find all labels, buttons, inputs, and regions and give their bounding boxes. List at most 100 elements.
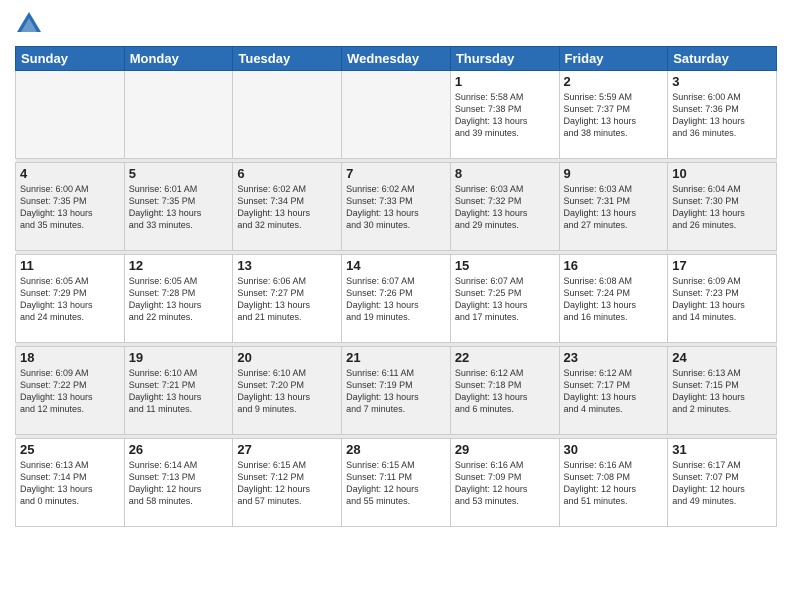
day-number: 12	[129, 258, 229, 273]
day-number: 20	[237, 350, 337, 365]
day-cell: 7Sunrise: 6:02 AM Sunset: 7:33 PM Daylig…	[342, 163, 451, 251]
day-cell: 2 Sunrise: 5:59 AM Sunset: 7:37 PM Daylig…	[559, 71, 668, 159]
day-cell: 14 Sunrise: 6:07 AM Sunset: 7:26 PM Dayli…	[342, 255, 451, 343]
day-info: Sunrise: 6:00 AM Sunset: 7:35 PM Dayligh…	[20, 183, 120, 232]
day-cell	[124, 71, 233, 159]
day-cell: 10 Sunrise: 6:04 AM Sunset: 7:30 PM Dayli…	[668, 163, 777, 251]
day-info: Sunrise: 6:03 AM Sunset: 7:32 PM Dayligh…	[455, 183, 555, 232]
day-cell: 11 Sunrise: 6:05 AM Sunset: 7:29 PM Dayli…	[16, 255, 125, 343]
day-number: 3	[672, 74, 772, 89]
day-number: 21	[346, 350, 446, 365]
day-cell	[342, 71, 451, 159]
day-number: 7	[346, 166, 446, 181]
week-row-2: 4 Sunrise: 6:00 AM Sunset: 7:35 PM Daylig…	[16, 163, 777, 251]
day-number: 10	[672, 166, 772, 181]
day-info: Sunrise: 6:15 AM Sunset: 7:11 PM Dayligh…	[346, 459, 446, 508]
week-row-4: 18 Sunrise: 6:09 AM Sunset: 7:22 PM Dayli…	[16, 347, 777, 435]
day-cell: 6Sunrise: 6:02 AM Sunset: 7:34 PM Daylig…	[233, 163, 342, 251]
day-number: 18	[20, 350, 120, 365]
weekday-header-row: SundayMondayTuesdayWednesdayThursdayFrid…	[16, 47, 777, 71]
day-number: 4	[20, 166, 120, 181]
week-row-1: 1 Sunrise: 5:58 AM Sunset: 7:38 PM Daylig…	[16, 71, 777, 159]
day-cell: 3 Sunrise: 6:00 AM Sunset: 7:36 PM Daylig…	[668, 71, 777, 159]
day-cell: 24 Sunrise: 6:13 AM Sunset: 7:15 PM Dayli…	[668, 347, 777, 435]
day-number: 22	[455, 350, 555, 365]
day-number: 11	[20, 258, 120, 273]
day-info: Sunrise: 6:10 AM Sunset: 7:20 PM Dayligh…	[237, 367, 337, 416]
day-number: 30	[564, 442, 664, 457]
day-number: 1	[455, 74, 555, 89]
day-cell: 30 Sunrise: 6:16 AM Sunset: 7:08 PM Dayli…	[559, 439, 668, 527]
header	[15, 10, 777, 38]
weekday-header-saturday: Saturday	[668, 47, 777, 71]
day-info: Sunrise: 6:08 AM Sunset: 7:24 PM Dayligh…	[564, 275, 664, 324]
day-info: Sunrise: 6:13 AM Sunset: 7:15 PM Dayligh…	[672, 367, 772, 416]
day-info: Sunrise: 6:00 AM Sunset: 7:36 PM Dayligh…	[672, 91, 772, 140]
day-cell	[16, 71, 125, 159]
day-number: 17	[672, 258, 772, 273]
day-cell: 22 Sunrise: 6:12 AM Sunset: 7:18 PM Dayli…	[450, 347, 559, 435]
day-cell: 29Sunrise: 6:16 AM Sunset: 7:09 PM Dayli…	[450, 439, 559, 527]
day-info: Sunrise: 6:15 AM Sunset: 7:12 PM Dayligh…	[237, 459, 337, 508]
day-info: Sunrise: 6:03 AM Sunset: 7:31 PM Dayligh…	[564, 183, 664, 232]
day-number: 16	[564, 258, 664, 273]
logo-icon	[15, 10, 43, 38]
day-number: 15	[455, 258, 555, 273]
day-info: Sunrise: 6:05 AM Sunset: 7:28 PM Dayligh…	[129, 275, 229, 324]
day-cell: 25 Sunrise: 6:13 AM Sunset: 7:14 PM Dayli…	[16, 439, 125, 527]
day-info: Sunrise: 6:12 AM Sunset: 7:17 PM Dayligh…	[564, 367, 664, 416]
day-cell: 15 Sunrise: 6:07 AM Sunset: 7:25 PM Dayli…	[450, 255, 559, 343]
weekday-header-tuesday: Tuesday	[233, 47, 342, 71]
day-number: 8	[455, 166, 555, 181]
day-cell: 19Sunrise: 6:10 AM Sunset: 7:21 PM Dayli…	[124, 347, 233, 435]
weekday-header-monday: Monday	[124, 47, 233, 71]
day-number: 26	[129, 442, 229, 457]
weekday-header-wednesday: Wednesday	[342, 47, 451, 71]
day-info: Sunrise: 6:12 AM Sunset: 7:18 PM Dayligh…	[455, 367, 555, 416]
day-cell: 18 Sunrise: 6:09 AM Sunset: 7:22 PM Dayli…	[16, 347, 125, 435]
day-cell: 23 Sunrise: 6:12 AM Sunset: 7:17 PM Dayli…	[559, 347, 668, 435]
day-cell: 12 Sunrise: 6:05 AM Sunset: 7:28 PM Dayli…	[124, 255, 233, 343]
day-info: Sunrise: 6:06 AM Sunset: 7:27 PM Dayligh…	[237, 275, 337, 324]
page: SundayMondayTuesdayWednesdayThursdayFrid…	[0, 0, 792, 612]
day-number: 27	[237, 442, 337, 457]
day-info: Sunrise: 5:59 AM Sunset: 7:37 PM Dayligh…	[564, 91, 664, 140]
day-cell: 17 Sunrise: 6:09 AM Sunset: 7:23 PM Dayli…	[668, 255, 777, 343]
day-number: 31	[672, 442, 772, 457]
day-info: Sunrise: 6:02 AM Sunset: 7:34 PM Dayligh…	[237, 183, 337, 232]
day-info: Sunrise: 6:05 AM Sunset: 7:29 PM Dayligh…	[20, 275, 120, 324]
day-info: Sunrise: 6:07 AM Sunset: 7:26 PM Dayligh…	[346, 275, 446, 324]
day-info: Sunrise: 6:04 AM Sunset: 7:30 PM Dayligh…	[672, 183, 772, 232]
day-info: Sunrise: 6:10 AM Sunset: 7:21 PM Dayligh…	[129, 367, 229, 416]
day-info: Sunrise: 6:09 AM Sunset: 7:23 PM Dayligh…	[672, 275, 772, 324]
day-number: 2	[564, 74, 664, 89]
day-cell: 31Sunrise: 6:17 AM Sunset: 7:07 PM Dayli…	[668, 439, 777, 527]
weekday-header-friday: Friday	[559, 47, 668, 71]
day-cell: 20 Sunrise: 6:10 AM Sunset: 7:20 PM Dayli…	[233, 347, 342, 435]
day-info: Sunrise: 5:58 AM Sunset: 7:38 PM Dayligh…	[455, 91, 555, 140]
day-info: Sunrise: 6:14 AM Sunset: 7:13 PM Dayligh…	[129, 459, 229, 508]
day-info: Sunrise: 6:13 AM Sunset: 7:14 PM Dayligh…	[20, 459, 120, 508]
day-number: 23	[564, 350, 664, 365]
day-info: Sunrise: 6:07 AM Sunset: 7:25 PM Dayligh…	[455, 275, 555, 324]
day-info: Sunrise: 6:16 AM Sunset: 7:09 PM Dayligh…	[455, 459, 555, 508]
day-number: 24	[672, 350, 772, 365]
weekday-header-sunday: Sunday	[16, 47, 125, 71]
day-info: Sunrise: 6:01 AM Sunset: 7:35 PM Dayligh…	[129, 183, 229, 232]
day-info: Sunrise: 6:11 AM Sunset: 7:19 PM Dayligh…	[346, 367, 446, 416]
day-number: 25	[20, 442, 120, 457]
logo	[15, 10, 47, 38]
day-info: Sunrise: 6:09 AM Sunset: 7:22 PM Dayligh…	[20, 367, 120, 416]
day-cell: 27 Sunrise: 6:15 AM Sunset: 7:12 PM Dayli…	[233, 439, 342, 527]
day-cell: 9 Sunrise: 6:03 AM Sunset: 7:31 PM Daylig…	[559, 163, 668, 251]
day-cell: 26 Sunrise: 6:14 AM Sunset: 7:13 PM Dayli…	[124, 439, 233, 527]
day-cell: 5Sunrise: 6:01 AM Sunset: 7:35 PM Daylig…	[124, 163, 233, 251]
day-cell: 4 Sunrise: 6:00 AM Sunset: 7:35 PM Daylig…	[16, 163, 125, 251]
day-number: 14	[346, 258, 446, 273]
day-cell: 21 Sunrise: 6:11 AM Sunset: 7:19 PM Dayli…	[342, 347, 451, 435]
week-row-5: 25 Sunrise: 6:13 AM Sunset: 7:14 PM Dayli…	[16, 439, 777, 527]
day-cell: 8 Sunrise: 6:03 AM Sunset: 7:32 PM Daylig…	[450, 163, 559, 251]
day-info: Sunrise: 6:16 AM Sunset: 7:08 PM Dayligh…	[564, 459, 664, 508]
day-cell: 28Sunrise: 6:15 AM Sunset: 7:11 PM Dayli…	[342, 439, 451, 527]
day-number: 9	[564, 166, 664, 181]
